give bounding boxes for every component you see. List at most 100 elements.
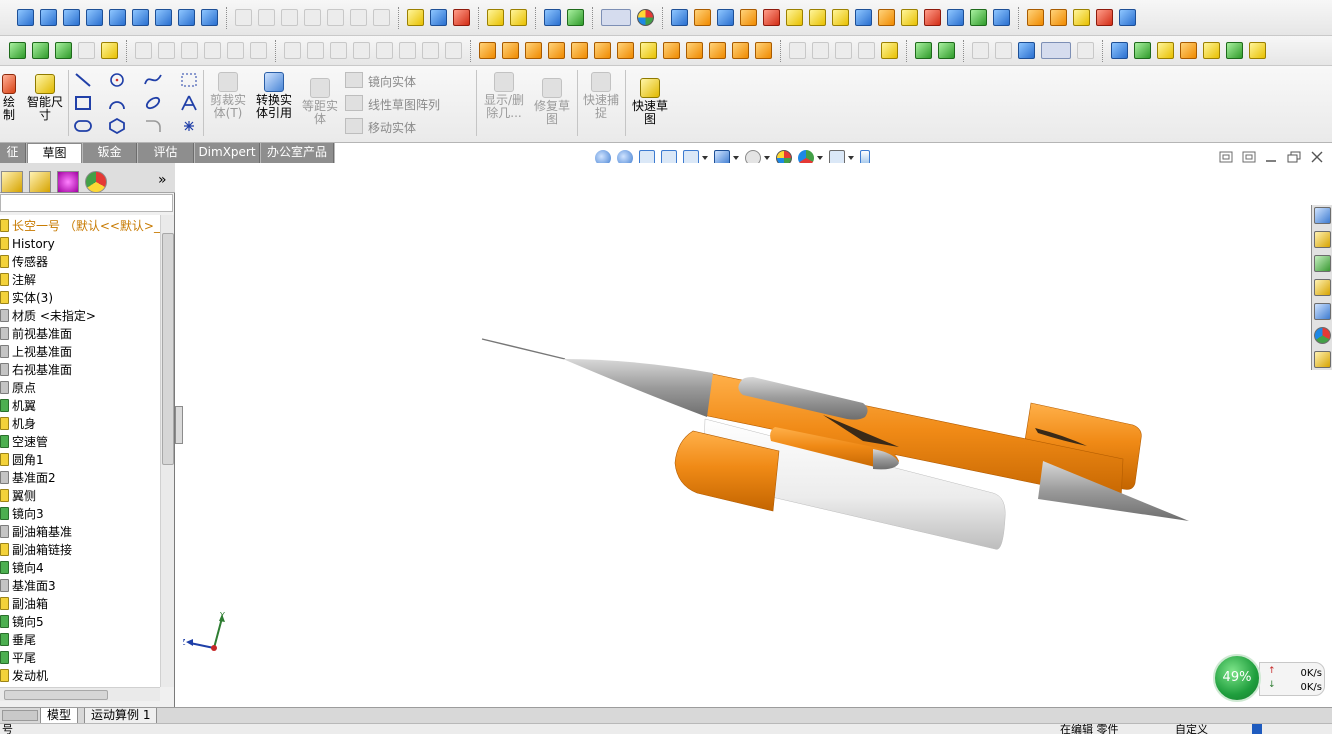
tool-icon[interactable] [284, 42, 301, 59]
tool-icon[interactable] [947, 9, 964, 26]
filter-icon[interactable] [1203, 42, 1220, 59]
spellcheck-icon[interactable] [671, 9, 688, 26]
tree-node[interactable]: 材质 <未指定> [0, 307, 96, 325]
reference-icon[interactable] [915, 42, 932, 59]
feature-icon[interactable] [732, 42, 749, 59]
rectangle-tool-icon[interactable] [74, 95, 92, 111]
filter-icon[interactable] [1111, 42, 1128, 59]
view-icon[interactable] [281, 9, 298, 26]
minimize-icon[interactable] [1264, 151, 1278, 163]
text-tool-icon[interactable] [180, 95, 198, 111]
chevron-down-icon[interactable] [702, 156, 708, 160]
point-icon[interactable] [135, 42, 152, 59]
linear-pattern-button[interactable]: 线性草图阵列 [368, 96, 440, 113]
spline-tool-icon[interactable] [144, 72, 162, 88]
configuration-tab-icon[interactable] [57, 171, 79, 193]
point-icon[interactable] [32, 42, 49, 59]
polygon-icon[interactable] [204, 42, 221, 59]
feature-icon[interactable] [858, 42, 875, 59]
measure-icon[interactable] [201, 9, 218, 26]
filter-icon[interactable] [1180, 42, 1197, 59]
panel-splitter-handle[interactable] [175, 406, 183, 444]
property-manager-tab-icon[interactable] [29, 171, 51, 193]
grid-icon[interactable] [422, 42, 439, 59]
tool-icon[interactable] [809, 9, 826, 26]
feature-icon[interactable] [548, 42, 565, 59]
tab-dimxpert[interactable]: DimXpert [195, 143, 260, 163]
feature-icon[interactable] [571, 42, 588, 59]
slot-tool-icon[interactable] [74, 118, 92, 134]
restore-icon[interactable] [1287, 151, 1301, 163]
tree-node[interactable]: 前视基准面 [0, 325, 72, 343]
line-tool-icon[interactable] [74, 72, 92, 88]
check-icon[interactable] [1073, 9, 1090, 26]
tool-icon[interactable] [1096, 9, 1113, 26]
polygon-tool-icon[interactable] [108, 118, 126, 134]
layer-icon[interactable] [510, 9, 527, 26]
tree-node[interactable]: 镜向3 [0, 505, 44, 523]
tree-node[interactable]: 发动机 [0, 667, 48, 685]
feature-icon[interactable] [835, 42, 852, 59]
tool-icon[interactable] [878, 9, 895, 26]
scrollbar-thumb[interactable] [162, 233, 174, 465]
feature-icon[interactable] [789, 42, 806, 59]
tree-node[interactable]: 机身 [0, 415, 36, 433]
tab-model[interactable]: 模型 [40, 708, 79, 724]
help-icon[interactable] [1252, 724, 1262, 734]
tree-node[interactable]: 实体(3) [0, 289, 53, 307]
view-icon[interactable] [373, 9, 390, 26]
feature-icon[interactable] [502, 42, 519, 59]
cube-view-icon[interactable] [86, 9, 103, 26]
pitot-tube[interactable] [481, 338, 566, 360]
tool-icon[interactable] [924, 9, 941, 26]
tool-icon[interactable] [970, 9, 987, 26]
view-icon[interactable] [304, 9, 321, 26]
cube-view-icon[interactable] [40, 9, 57, 26]
tree-vertical-scrollbar[interactable] [160, 215, 174, 687]
select-arrow-icon[interactable] [1041, 42, 1071, 59]
feature-icon[interactable] [686, 42, 703, 59]
tool-icon[interactable] [567, 9, 584, 26]
warning-icon[interactable] [901, 9, 918, 26]
tree-node[interactable]: 副油箱链接 [0, 541, 72, 559]
tree-node[interactable]: 圆角1 [0, 451, 44, 469]
scrollbar-thumb[interactable] [4, 690, 108, 700]
custom-properties-icon[interactable] [1314, 351, 1331, 368]
tool-icon[interactable] [1027, 9, 1044, 26]
sketch-icon[interactable] [453, 9, 470, 26]
cube-view-icon[interactable] [63, 9, 80, 26]
view-icon[interactable] [327, 9, 344, 26]
tool-icon[interactable] [1050, 9, 1067, 26]
tree-node[interactable]: 基准面2 [0, 469, 56, 487]
tree-node[interactable]: 翼侧 [0, 487, 36, 505]
appearance-ball-icon[interactable] [637, 9, 654, 26]
tab-office-products[interactable]: 办公室产品 [261, 143, 334, 163]
tab-features[interactable]: 征 [0, 143, 26, 163]
appearances-icon[interactable] [1314, 327, 1331, 344]
angle-icon[interactable] [445, 42, 462, 59]
design-library-icon[interactable] [1314, 255, 1331, 272]
view-icon[interactable] [235, 9, 252, 26]
circle-icon[interactable] [158, 42, 175, 59]
feature-tree-tab-icon[interactable] [1, 171, 23, 193]
tree-node[interactable]: 传感器 [0, 253, 48, 271]
close-icon[interactable] [1310, 151, 1324, 163]
filter-icon[interactable] [1134, 42, 1151, 59]
tree-node[interactable]: 上视基准面 [0, 343, 72, 361]
filter-icon[interactable] [995, 42, 1012, 59]
tool-icon[interactable] [330, 42, 347, 59]
filter-icon[interactable] [1018, 42, 1035, 59]
tool-icon[interactable] [694, 9, 711, 26]
tool-icon[interactable] [376, 42, 393, 59]
units-selector[interactable]: 自定义 [1175, 724, 1208, 734]
tree-node[interactable]: 垂尾 [0, 631, 36, 649]
tab-motion-study[interactable]: 运动算例 1 [84, 708, 158, 724]
resources-icon[interactable] [1314, 207, 1331, 224]
tab-sheet-metal[interactable]: 钣金 [83, 143, 137, 163]
tree-node[interactable]: 镜向4 [0, 559, 44, 577]
cube-view-icon[interactable] [17, 9, 34, 26]
tool-icon[interactable] [740, 9, 757, 26]
feature-icon[interactable] [594, 42, 611, 59]
cube-view-icon[interactable] [109, 9, 126, 26]
trim-entities-button[interactable]: 剪裁实 体(T) [207, 72, 249, 120]
